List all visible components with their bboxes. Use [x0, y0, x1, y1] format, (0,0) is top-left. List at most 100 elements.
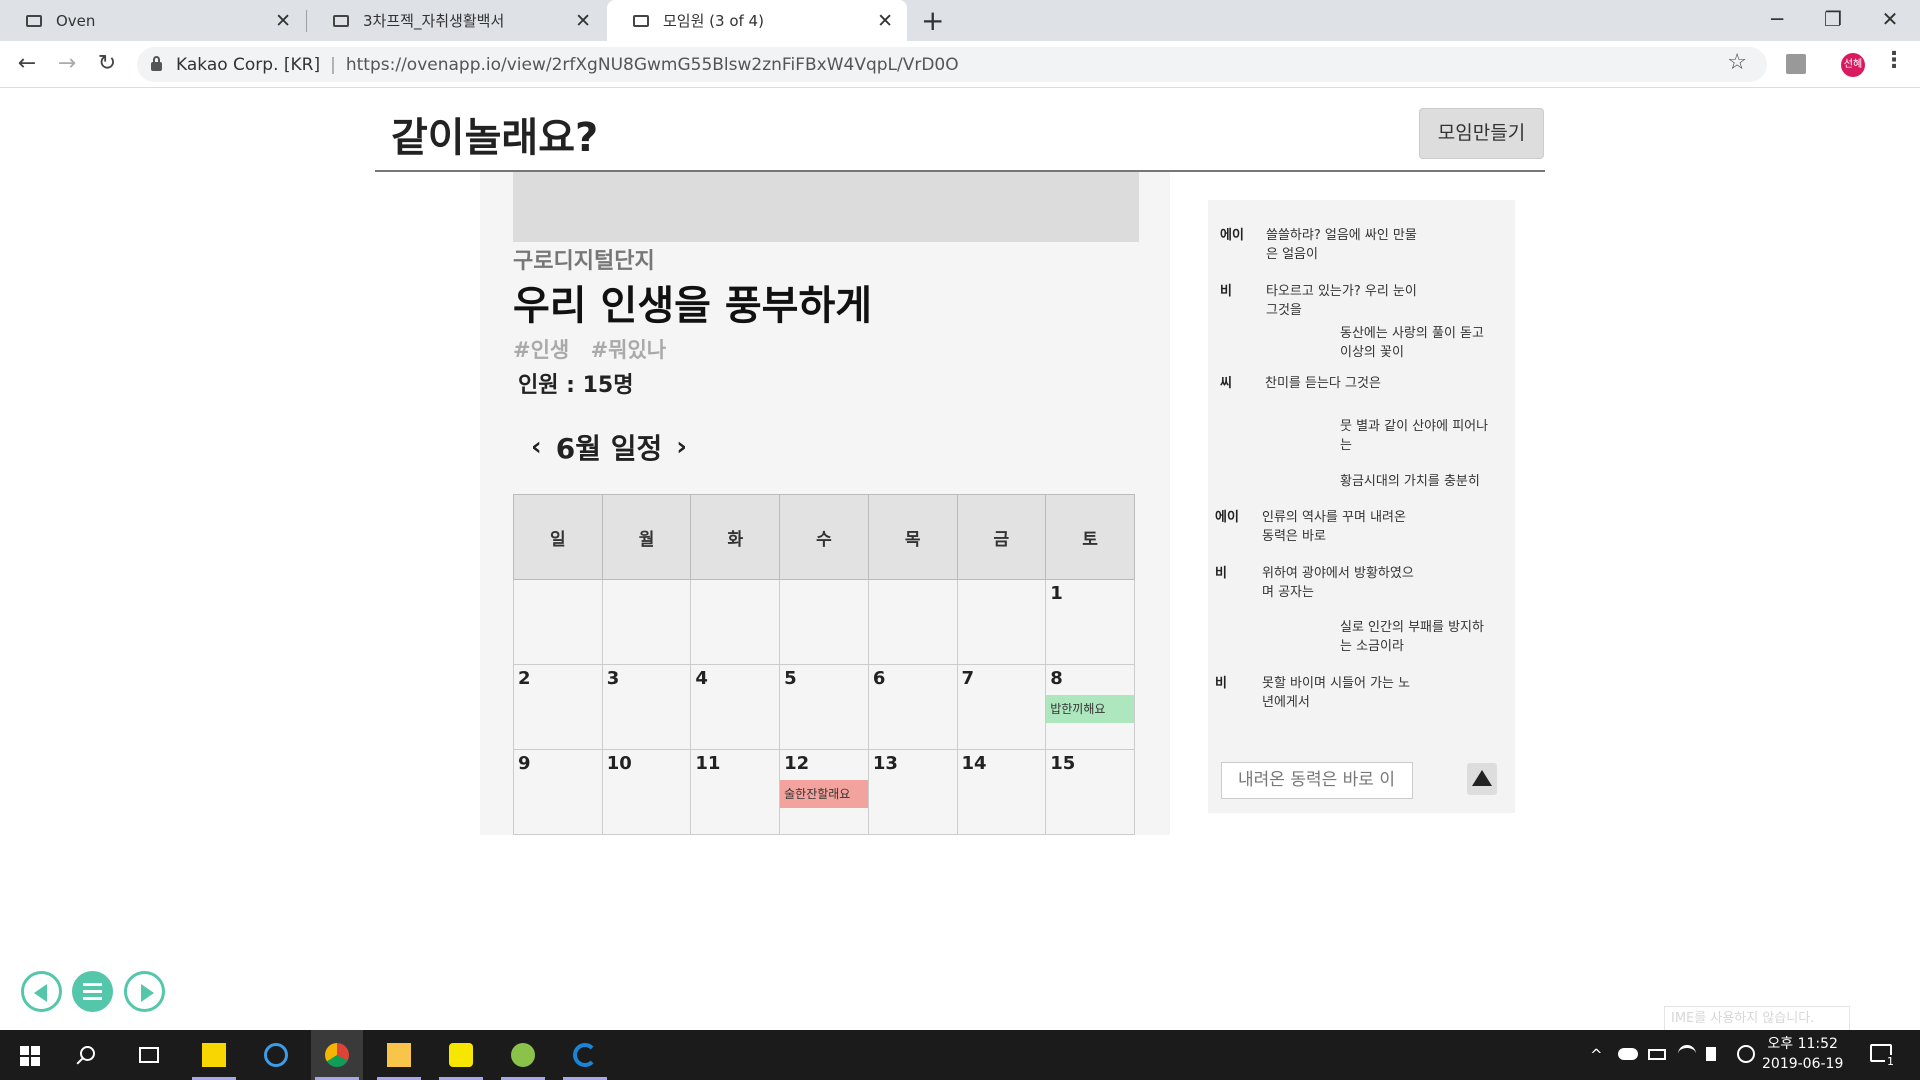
chat-message: 실로 인간의 부패를 방지하 는 소금이라: [1340, 618, 1500, 656]
task-view-icon[interactable]: [139, 1047, 159, 1063]
taskbar-edge[interactable]: [559, 1030, 611, 1080]
onedrive-icon[interactable]: [1618, 1048, 1638, 1060]
edge-icon: [573, 1043, 597, 1067]
windows-taskbar: ^ 오후 11:52 2019-06-19 1: [0, 1030, 1920, 1080]
calendar-day[interactable]: 7: [956, 664, 1047, 750]
address-bar[interactable]: Kakao Corp. [KR] | https://ovenapp.io/vi…: [137, 47, 1767, 82]
wifi-icon[interactable]: [1678, 1045, 1696, 1063]
calendar-day[interactable]: 6: [867, 664, 958, 750]
chat-input[interactable]: 내려온 동력은 바로 이: [1221, 762, 1413, 799]
calendar-event[interactable]: 술한잔할래요: [780, 780, 868, 808]
chevron-right-icon[interactable]: ›: [670, 432, 693, 462]
taskbar-sticky-notes[interactable]: [188, 1030, 240, 1080]
calendar-day[interactable]: [690, 579, 781, 665]
day-number: 3: [606, 668, 620, 689]
close-icon[interactable]: ✕: [575, 10, 591, 32]
calendar-day[interactable]: 11: [690, 749, 781, 835]
tab-jachwi[interactable]: 3차프젝_자취생활백서 ✕: [307, 0, 605, 41]
calendar-day[interactable]: 13: [867, 749, 958, 835]
weekday-thu: 목: [867, 494, 958, 580]
tag[interactable]: #뭐있나: [591, 338, 667, 362]
tab-moimwon[interactable]: 모임원 (3 of 4) ✕: [607, 0, 907, 41]
calendar-day[interactable]: 1: [1045, 579, 1135, 665]
calendar-overflow-mask: [505, 836, 1155, 848]
calendar-day[interactable]: 2: [513, 664, 603, 750]
system-clock[interactable]: 오후 11:52 2019-06-19: [1762, 1034, 1843, 1074]
next-page-button[interactable]: [124, 971, 165, 1012]
member-count: 인원 : 15명: [518, 373, 634, 398]
tray-expand-icon[interactable]: ^: [1590, 1030, 1603, 1080]
ime-off-icon[interactable]: [1737, 1045, 1755, 1063]
weekday-header-row: 일 월 화 수 목 금 토: [513, 494, 1135, 580]
close-icon[interactable]: ✕: [275, 10, 291, 32]
weekday-sat: 토: [1045, 494, 1135, 580]
arrow-left-icon: [34, 984, 47, 1002]
hamburger-icon: [83, 997, 102, 1000]
calendar-event[interactable]: 밥한끼해요: [1046, 695, 1134, 723]
calendar-week: 2 3 4 5 6 7 8 밥한끼해요: [513, 664, 1135, 750]
chat-sender: 비: [1220, 284, 1232, 299]
taskbar-chrome[interactable]: [311, 1030, 363, 1080]
browser-menu-icon[interactable]: ⋮: [1883, 48, 1905, 73]
menu-button[interactable]: [72, 971, 113, 1012]
battery-icon[interactable]: [1648, 1049, 1666, 1060]
profile-avatar[interactable]: 선혜: [1841, 53, 1865, 77]
calendar-day[interactable]: [601, 579, 692, 665]
volume-icon[interactable]: [1706, 1047, 1716, 1061]
forward-button[interactable]: →: [50, 47, 84, 81]
maximize-button[interactable]: ❐: [1805, 0, 1861, 41]
pdf-extension-icon[interactable]: [1786, 54, 1806, 74]
day-number: 15: [1050, 753, 1076, 774]
calendar-week: 1: [513, 579, 1135, 665]
tab-oven[interactable]: Oven ✕: [0, 0, 305, 41]
site-owner: Kakao Corp. [KR]: [176, 54, 321, 75]
day-number: 10: [606, 753, 632, 774]
new-tab-button[interactable]: +: [921, 4, 944, 37]
group-title: 우리 인생을 풍부하게: [513, 283, 873, 329]
taskbar-app[interactable]: [497, 1030, 549, 1080]
windows-start-icon[interactable]: [20, 1046, 40, 1066]
kakaotalk-icon: [449, 1043, 473, 1067]
calendar-day[interactable]: 12 술한잔할래요: [779, 749, 869, 835]
chat-sender: 에이: [1215, 510, 1239, 525]
day-number: 7: [961, 668, 975, 689]
calendar-day[interactable]: 3: [601, 664, 692, 750]
calendar-day[interactable]: 9: [513, 749, 603, 835]
send-button[interactable]: [1467, 763, 1497, 795]
chevron-left-icon[interactable]: ‹: [525, 432, 548, 462]
search-icon[interactable]: [80, 1046, 95, 1061]
tab-title: Oven: [56, 11, 96, 30]
chat-text: 못할 바이며 시들어 가는 노 년에게서: [1262, 676, 1411, 710]
calendar-day[interactable]: 14: [956, 749, 1047, 835]
url-text[interactable]: https://ovenapp.io/view/2rfXgNU8GwmG55Bl…: [346, 55, 959, 75]
clock-time: 오후 11:52: [1767, 1036, 1838, 1052]
close-window-button[interactable]: ✕: [1862, 0, 1918, 41]
day-number: 11: [695, 753, 721, 774]
minimize-button[interactable]: ─: [1749, 0, 1805, 41]
taskbar-kakaotalk[interactable]: [435, 1030, 487, 1080]
close-icon[interactable]: ✕: [877, 10, 893, 32]
weekday-fri: 금: [956, 494, 1047, 580]
calendar-day[interactable]: [779, 579, 869, 665]
bookmark-star-icon[interactable]: ☆: [1727, 50, 1747, 75]
tag[interactable]: #인생: [513, 338, 569, 362]
calendar-day[interactable]: [513, 579, 603, 665]
taskbar-ie[interactable]: [250, 1030, 302, 1080]
prev-page-button[interactable]: [21, 971, 62, 1012]
day-number: 9: [518, 753, 531, 774]
calendar-day[interactable]: 4: [690, 664, 781, 750]
calendar-day[interactable]: [956, 579, 1047, 665]
calendar-day[interactable]: 8 밥한끼해요: [1045, 664, 1135, 750]
app-icon: [511, 1043, 535, 1067]
calendar-day[interactable]: 15: [1045, 749, 1135, 835]
reload-button[interactable]: ↻: [90, 47, 124, 81]
taskbar-explorer[interactable]: [373, 1030, 425, 1080]
group-location: 구로디지털단지: [513, 249, 655, 274]
calendar-day[interactable]: 5: [779, 664, 869, 750]
month-navigator: ‹ 6월 일정 ›: [525, 427, 693, 467]
calendar-day[interactable]: [867, 579, 958, 665]
back-button[interactable]: ←: [10, 47, 44, 81]
calendar-day[interactable]: 10: [601, 749, 692, 835]
day-number: 13: [872, 753, 898, 774]
create-group-button[interactable]: 모임만들기: [1419, 108, 1544, 159]
